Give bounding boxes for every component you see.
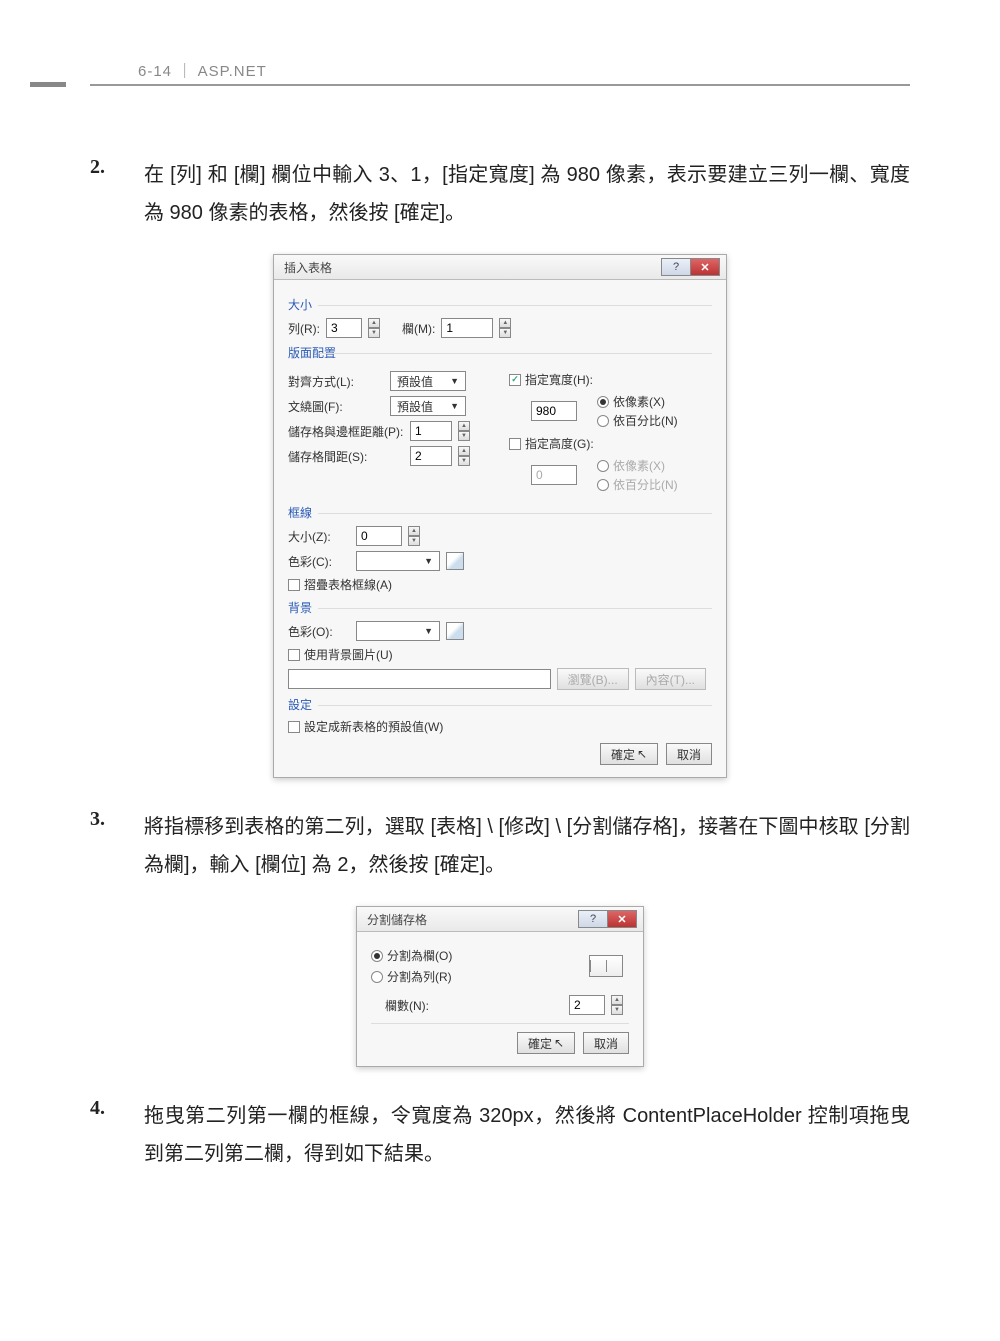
split-col-radio[interactable]	[371, 950, 383, 962]
cols-input[interactable]	[441, 318, 493, 338]
spec-width-label: 指定寬度(H):	[525, 371, 593, 388]
step-number: 3.	[90, 808, 144, 884]
split-row-radio[interactable]	[371, 971, 383, 983]
step-number: 4.	[90, 1097, 144, 1173]
spacing-spinner[interactable]: ▲▼	[458, 446, 470, 466]
width-pct-label: 依百分比(N)	[613, 412, 678, 429]
padding-input[interactable]	[410, 421, 452, 441]
browse-button[interactable]: 瀏覽(B)...	[557, 668, 629, 690]
step-text: 在 [列] 和 [欄] 欄位中輸入 3、1，[指定寬度] 為 980 像素，表示…	[144, 156, 910, 232]
group-border-label: 框線	[288, 504, 712, 521]
spacing-label: 儲存格間距(S):	[288, 448, 404, 465]
cols-label: 欄(M):	[402, 320, 435, 337]
page-header: 6-14 ｜ ASP.NET	[90, 60, 910, 86]
height-input[interactable]	[531, 465, 577, 485]
group-bg-label: 背景	[288, 599, 712, 616]
help-button[interactable]: ?	[578, 910, 608, 928]
set-default-label: 設定成新表格的預設值(W)	[304, 718, 443, 735]
collapse-checkbox[interactable]	[288, 579, 300, 591]
collapse-label: 摺疊表格框線(A)	[304, 576, 392, 593]
border-color-swatch[interactable]	[446, 552, 464, 570]
step-3: 3. 將指標移到表格的第二列，選取 [表格] \ [修改] \ [分割儲存格]，…	[90, 808, 910, 884]
dialog-title: 插入表格	[284, 259, 332, 276]
width-px-label: 依像素(X)	[613, 393, 665, 410]
width-pct-radio[interactable]	[597, 415, 609, 427]
count-spinner[interactable]: ▲▼	[611, 995, 623, 1015]
border-size-spinner[interactable]: ▲▼	[408, 526, 420, 546]
border-color-combo[interactable]: ▼	[356, 551, 440, 571]
cancel-button[interactable]: 取消	[583, 1032, 629, 1054]
cols-spinner[interactable]: ▲▼	[499, 318, 511, 338]
ok-button[interactable]: 確定↖	[600, 743, 658, 765]
bg-color-label: 色彩(O):	[288, 623, 350, 640]
step-text: 將指標移到表格的第二列，選取 [表格] \ [修改] \ [分割儲存格]，接著在…	[144, 808, 910, 884]
align-label: 對齊方式(L):	[288, 373, 384, 390]
step-4: 4. 拖曳第二列第一欄的框線，令寬度為 320px，然後將 ContentPla…	[90, 1097, 910, 1173]
split-cell-dialog: 分割儲存格 ? ✕ 分割為欄(O) 分割為列(R)	[356, 906, 644, 1067]
height-px-radio[interactable]	[597, 460, 609, 472]
align-combo[interactable]: 預設值▼	[390, 371, 466, 391]
split-preview-icon	[589, 955, 623, 977]
dialog-title: 分割儲存格	[367, 911, 427, 928]
float-label: 文繞圖(F):	[288, 398, 384, 415]
height-pct-label: 依百分比(N)	[613, 476, 678, 493]
split-col-label: 分割為欄(O)	[387, 947, 452, 964]
rows-input[interactable]	[326, 318, 362, 338]
spec-height-checkbox[interactable]	[509, 438, 521, 450]
width-input[interactable]	[531, 401, 577, 421]
group-size-label: 大小	[288, 296, 712, 313]
step-text: 拖曳第二列第一欄的框線，令寬度為 320px，然後將 ContentPlaceH…	[144, 1097, 910, 1173]
close-button[interactable]: ✕	[690, 258, 720, 276]
border-color-label: 色彩(C):	[288, 553, 350, 570]
bg-image-label: 使用背景圖片(U)	[304, 646, 393, 663]
insert-table-dialog: 插入表格 ? ✕ 大小 列(R): ▲▼ 欄(M): ▲▼ 版面配置	[273, 254, 727, 778]
set-default-checkbox[interactable]	[288, 721, 300, 733]
spec-width-checkbox[interactable]	[509, 374, 521, 386]
padding-spinner[interactable]: ▲▼	[458, 421, 470, 441]
bg-color-swatch[interactable]	[446, 622, 464, 640]
height-px-label: 依像素(X)	[613, 457, 665, 474]
rows-spinner[interactable]: ▲▼	[368, 318, 380, 338]
padding-label: 儲存格與邊框距離(P):	[288, 423, 404, 440]
bg-image-path-input[interactable]	[288, 669, 551, 689]
close-button[interactable]: ✕	[607, 910, 637, 928]
rows-label: 列(R):	[288, 320, 320, 337]
border-size-input[interactable]	[356, 526, 402, 546]
border-size-label: 大小(Z):	[288, 528, 350, 545]
step-2: 2. 在 [列] 和 [欄] 欄位中輸入 3、1，[指定寬度] 為 980 像素…	[90, 156, 910, 232]
step-number: 2.	[90, 156, 144, 232]
cancel-button[interactable]: 取消	[666, 743, 712, 765]
cursor-icon: ↖	[554, 1036, 564, 1050]
height-pct-radio[interactable]	[597, 479, 609, 491]
content-button[interactable]: 內容(T)...	[635, 668, 706, 690]
cursor-icon: ↖	[637, 747, 647, 761]
float-combo[interactable]: 預設值▼	[390, 396, 466, 416]
header-title: ASP.NET	[198, 63, 267, 80]
page-number: 6-14	[138, 63, 172, 80]
spacing-input[interactable]	[410, 446, 452, 466]
group-setting-label: 設定	[288, 696, 712, 713]
split-row-label: 分割為列(R)	[387, 968, 452, 985]
count-label: 欄數(N):	[371, 997, 441, 1014]
group-layout-label: 版面配置	[288, 344, 712, 361]
count-input[interactable]	[569, 995, 605, 1015]
help-button[interactable]: ?	[661, 258, 691, 276]
spec-height-label: 指定高度(G):	[525, 435, 594, 452]
ok-button[interactable]: 確定↖	[517, 1032, 575, 1054]
width-px-radio[interactable]	[597, 396, 609, 408]
bg-image-checkbox[interactable]	[288, 649, 300, 661]
bg-color-combo[interactable]: ▼	[356, 621, 440, 641]
